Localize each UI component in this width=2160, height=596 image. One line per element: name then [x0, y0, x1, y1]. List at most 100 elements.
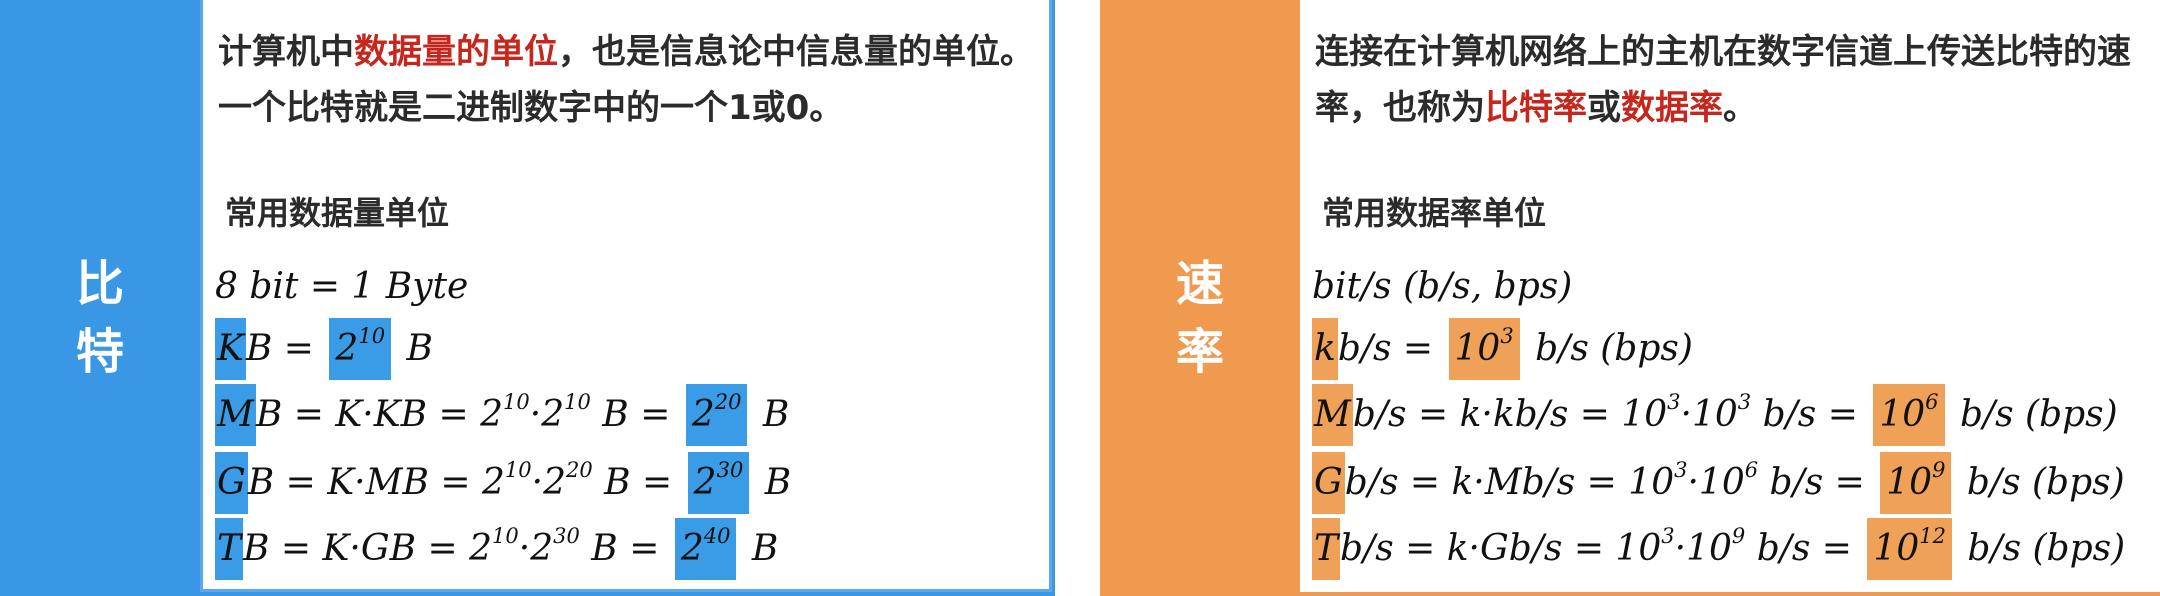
rate-formula-mbps: Mb/s = k·kb/s = 103·103 b/s = 106 b/s (b… — [1312, 384, 2118, 446]
formula-exp-2: 9 — [1731, 524, 1746, 548]
power-base: 2 — [693, 462, 717, 503]
prefix-t-highlight: T — [1312, 518, 1341, 580]
rate-card: 连接在计算机网络上的主机在数字信道上传送比特的速率，也称为比特率或数据率。 常用… — [1300, 0, 2160, 592]
formula-mid: B = — [245, 328, 326, 369]
rate-formula-gbps: Gb/s = k·Mb/s = 103·106 b/s = 109 b/s (b… — [1312, 452, 2125, 514]
formula-tail: B — [395, 328, 433, 369]
formula-exp-2: 10 — [564, 390, 591, 414]
power-highlight: 106 — [1873, 384, 1945, 446]
formula-mid: b/s = k·kb/s = 10 — [1352, 394, 1668, 435]
formula-exp-2: 30 — [553, 524, 580, 548]
power-exponent: 10 — [358, 324, 386, 348]
rate-definition-text-end: 。 — [1723, 88, 1757, 128]
prefix-m-highlight: M — [1312, 384, 1353, 446]
power-exponent: 6 — [1925, 390, 1939, 414]
rate-formula-tbps: Tb/s = k·Gb/s = 103·109 b/s = 1012 b/s (… — [1312, 518, 2125, 580]
formula-mid-3: B = — [592, 462, 684, 503]
formula-tail: B — [753, 462, 792, 503]
rate-formula-kbps: kb/s = 103 b/s (bps) — [1312, 318, 1693, 380]
rate-definition-highlight-1: 比特率 — [1485, 88, 1587, 128]
rate-panel: 速 率 连接在计算机网络上的主机在数字信道上传送比特的速率，也称为比特率或数据率… — [1100, 0, 2160, 596]
power-highlight: 240 — [674, 518, 737, 580]
prefix-m-highlight: M — [215, 384, 256, 446]
formula-exp-2: 3 — [1737, 390, 1752, 414]
prefix-g-highlight: G — [1312, 452, 1345, 514]
formula-exp-1: 3 — [1661, 524, 1675, 548]
formula-mid: B = K·MB = 2 — [247, 462, 505, 503]
rate-definition-text-mid: 或 — [1587, 88, 1621, 128]
formula-mid-3: B = — [590, 394, 682, 435]
formula-exp-2: 6 — [1744, 458, 1759, 482]
formula-mid-2: ·2 — [518, 528, 554, 569]
formula-mid-2: ·2 — [531, 462, 566, 503]
formula-exp-1: 3 — [1674, 458, 1688, 482]
formula-mid-2: ·2 — [529, 394, 565, 435]
power-highlight: 109 — [1880, 452, 1952, 514]
formula-mid-3: b/s = — [1751, 394, 1870, 435]
bit-formula-tb: TB = K·GB = 210·230 B = 240 B — [215, 518, 778, 580]
formula-mid-2: ·10 — [1687, 462, 1745, 503]
power-highlight: 1012 — [1867, 518, 1952, 580]
rate-definition-highlight-2: 数据率 — [1621, 88, 1723, 128]
formula-mid-3: B = — [579, 528, 671, 569]
bit-side-title-char-1: 比 — [75, 256, 124, 312]
bit-panel: 比 特 计算机中数据量的单位，也是信息论中信息量的单位。一个比特就是二进制数字中… — [0, 0, 1055, 596]
formula-tail: b/s (bps) — [1523, 328, 1693, 369]
power-base: 10 — [1886, 462, 1933, 503]
bit-units-heading: 常用数据量单位 — [225, 194, 450, 232]
prefix-k-highlight: k — [1312, 318, 1338, 380]
power-exponent: 30 — [716, 458, 744, 482]
bit-formula-byte: 8 bit = 1 Byte — [215, 256, 468, 318]
rate-units-heading: 常用数据率单位 — [1322, 194, 1547, 232]
rate-definition: 连接在计算机网络上的主机在数字信道上传送比特的速率，也称为比特率或数据率。 — [1315, 24, 2145, 136]
formula-mid-2: ·10 — [1680, 394, 1738, 435]
rate-formula-bits: bit/s (b/s, bps) — [1312, 256, 1572, 318]
rate-side-title-char-1: 速 — [1175, 256, 1224, 312]
formula-exp-1: 10 — [503, 390, 530, 414]
formula-mid: B = K·KB = 2 — [255, 394, 504, 435]
bit-side-title-char-2: 特 — [75, 324, 124, 380]
bit-definition: 计算机中数据量的单位，也是信息论中信息量的单位。一个比特就是二进制数字中的一个1… — [218, 24, 1048, 136]
power-exponent: 40 — [703, 524, 731, 548]
formula-tail: b/s (bps) — [1955, 462, 2125, 503]
power-exponent: 3 — [1500, 324, 1514, 348]
power-base: 2 — [335, 328, 359, 369]
bit-formula-gb: GB = K·MB = 210·220 B = 230 B — [215, 452, 791, 514]
power-highlight: 230 — [687, 452, 750, 514]
formula-mid: b/s = k·Gb/s = 10 — [1340, 528, 1662, 569]
bit-formula-mb: MB = K·KB = 210·210 B = 220 B — [215, 384, 789, 446]
power-base: 10 — [1454, 328, 1501, 369]
formula-exp-1: 3 — [1667, 390, 1681, 414]
prefix-t-highlight: T — [215, 518, 244, 580]
rate-side-title-char-2: 率 — [1175, 324, 1224, 380]
formula-text: 8 bit = 1 Byte — [215, 266, 469, 307]
power-exponent: 12 — [1919, 524, 1946, 548]
formula-mid: b/s = — [1337, 328, 1445, 369]
power-highlight: 210 — [329, 318, 392, 380]
power-highlight: 220 — [685, 384, 748, 446]
formula-mid: B = K·GB = 2 — [243, 528, 493, 569]
bit-formula-kb: KB = 210 B — [215, 318, 433, 380]
formula-mid-2: ·10 — [1674, 528, 1732, 569]
formula-mid-3: b/s = — [1745, 528, 1864, 569]
power-highlight: 103 — [1448, 318, 1520, 380]
bit-side-title: 比 特 — [0, 250, 200, 386]
formula-tail: b/s (bps) — [1955, 528, 2126, 569]
formula-tail: B — [751, 394, 790, 435]
formula-exp-2: 20 — [565, 458, 593, 482]
formula-tail: B — [740, 528, 779, 569]
rate-side-title: 速 率 — [1100, 250, 1300, 386]
power-base: 2 — [691, 394, 715, 435]
power-exponent: 20 — [714, 390, 742, 414]
formula-exp-1: 10 — [504, 458, 532, 482]
prefix-g-highlight: G — [215, 452, 248, 514]
formula-mid-3: b/s = — [1758, 462, 1877, 503]
bit-definition-highlight: 数据量的单位 — [354, 32, 558, 72]
prefix-k-highlight: K — [215, 318, 246, 380]
power-base: 10 — [1879, 394, 1926, 435]
power-exponent: 9 — [1932, 458, 1946, 482]
formula-text: bit/s (b/s, bps) — [1312, 266, 1573, 307]
power-base: 10 — [1873, 528, 1920, 569]
bit-definition-text-a: 计算机中 — [218, 32, 354, 72]
bit-card: 计算机中数据量的单位，也是信息论中信息量的单位。一个比特就是二进制数字中的一个1… — [200, 0, 1052, 592]
